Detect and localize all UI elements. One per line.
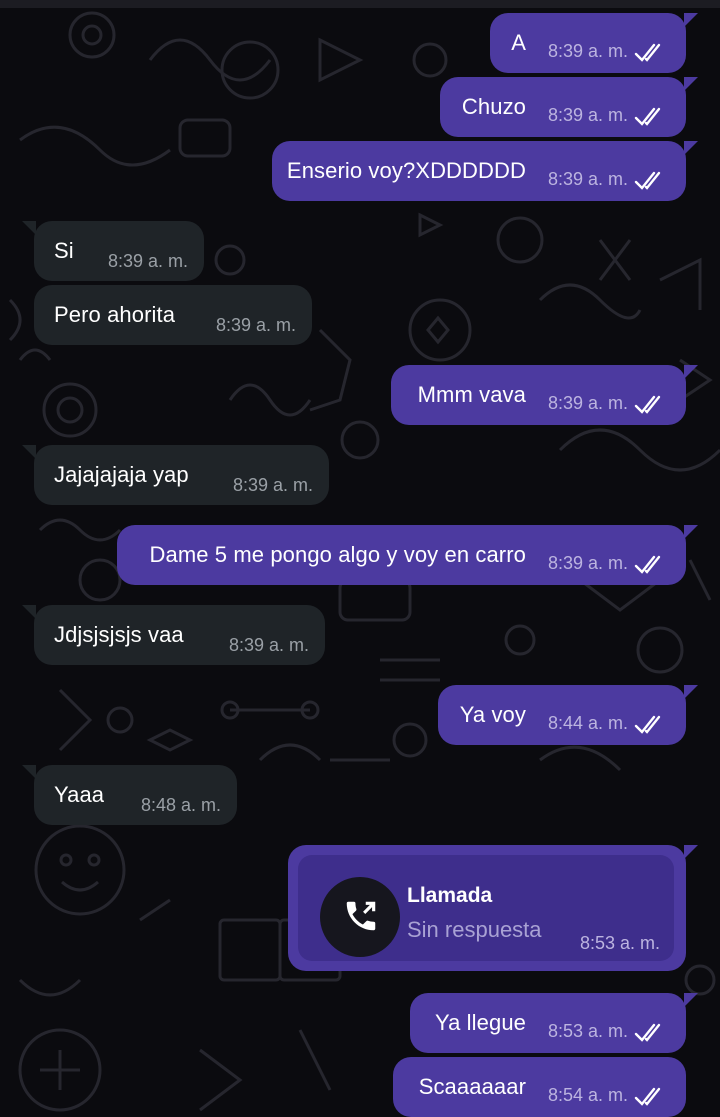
message-time: 8:39 a. m. xyxy=(228,635,309,655)
message-text: Dame 5 me pongo algo y voy en carro xyxy=(149,542,526,567)
double-check-icon xyxy=(634,555,661,574)
double-check-icon xyxy=(634,43,661,62)
message-text: Si xyxy=(54,238,74,263)
message-bubble-outgoing[interactable]: Scaaaaaar 8:54 a. m. xyxy=(393,1057,686,1117)
message-text: Enserio voy?XDDDDDD xyxy=(286,158,526,183)
message-time: 8:44 a. m. xyxy=(547,713,628,733)
message-bubble-outgoing[interactable]: Ya llegue 8:53 a. m. xyxy=(410,993,698,1053)
message-bubble-incoming[interactable]: Jajajajaja yap 8:39 a. m. xyxy=(22,445,329,505)
message-time: 8:39 a. m. xyxy=(547,105,628,125)
bubble-tail xyxy=(22,221,36,235)
bubble-tail xyxy=(684,525,698,539)
call-card[interactable]: Llamada Sin respuesta 8:53 a. m. xyxy=(298,855,674,961)
message-text: Ya llegue xyxy=(434,1010,526,1035)
bubble-tail xyxy=(22,445,36,459)
message-text: Chuzo xyxy=(461,94,526,119)
double-check-icon xyxy=(634,395,661,414)
message-text: A xyxy=(511,30,526,55)
message-bubble-outgoing[interactable]: Ya voy 8:44 a. m. xyxy=(438,685,698,745)
bubble-tail xyxy=(22,605,36,619)
message-bubble-incoming[interactable]: Si 8:39 a. m. xyxy=(22,221,204,281)
message-time: 8:53 a. m. xyxy=(579,933,660,953)
message-text: Ya voy xyxy=(459,702,526,727)
bubble-tail xyxy=(684,77,698,91)
message-text: Jajajajaja yap xyxy=(54,462,189,487)
message-bubble-incoming[interactable]: Yaaa 8:48 a. m. xyxy=(22,765,237,825)
bubble-tail xyxy=(684,141,698,155)
double-check-icon xyxy=(634,1087,661,1106)
message-bubble-outgoing[interactable]: Enserio voy?XDDDDDD 8:39 a. m. xyxy=(272,141,698,201)
bubble-tail xyxy=(684,685,698,699)
message-text: Yaaa xyxy=(54,782,105,807)
message-time: 8:39 a. m. xyxy=(215,315,296,335)
message-time: 8:53 a. m. xyxy=(547,1021,628,1041)
call-status: Sin respuesta xyxy=(407,917,542,942)
message-bubble-incoming[interactable]: Pero ahorita 8:39 a. m. xyxy=(34,285,312,345)
message-text: Mmm vava xyxy=(417,382,526,407)
bubble-tail xyxy=(684,13,698,27)
double-check-icon xyxy=(634,715,661,734)
message-time: 8:54 a. m. xyxy=(547,1085,628,1105)
call-message-bubble[interactable]: Llamada Sin respuesta 8:53 a. m. xyxy=(288,845,698,971)
message-time: 8:39 a. m. xyxy=(547,553,628,573)
bubble-tail xyxy=(684,993,698,1007)
message-bubble-outgoing[interactable]: Mmm vava 8:39 a. m. xyxy=(391,365,698,425)
message-bubble-outgoing[interactable]: A 8:39 a. m. xyxy=(490,13,698,73)
message-time: 8:39 a. m. xyxy=(547,41,628,61)
message-text: Pero ahorita xyxy=(54,302,176,327)
message-time: 8:39 a. m. xyxy=(547,393,628,413)
message-text: Jdjsjsjsjs vaa xyxy=(54,622,184,647)
outgoing-call-icon xyxy=(346,901,376,931)
double-check-icon xyxy=(634,107,661,126)
double-check-icon xyxy=(634,171,661,190)
call-title: Llamada xyxy=(407,884,493,907)
message-time: 8:39 a. m. xyxy=(107,251,188,271)
call-icon-circle xyxy=(320,877,400,957)
message-bubble-outgoing[interactable]: Chuzo 8:39 a. m. xyxy=(440,77,698,137)
message-time: 8:39 a. m. xyxy=(547,169,628,189)
bubble-tail xyxy=(684,845,698,859)
message-time: 8:39 a. m. xyxy=(232,475,313,495)
bubble-tail xyxy=(22,765,36,779)
double-check-icon xyxy=(634,1023,661,1042)
message-text: Scaaaaaar xyxy=(418,1074,526,1099)
message-time: 8:48 a. m. xyxy=(140,795,221,815)
message-bubble-outgoing[interactable]: Dame 5 me pongo algo y voy en carro 8:39… xyxy=(117,525,698,585)
message-bubble-incoming[interactable]: Jdjsjsjsjs vaa 8:39 a. m. xyxy=(22,605,325,665)
bubble-tail xyxy=(684,365,698,379)
